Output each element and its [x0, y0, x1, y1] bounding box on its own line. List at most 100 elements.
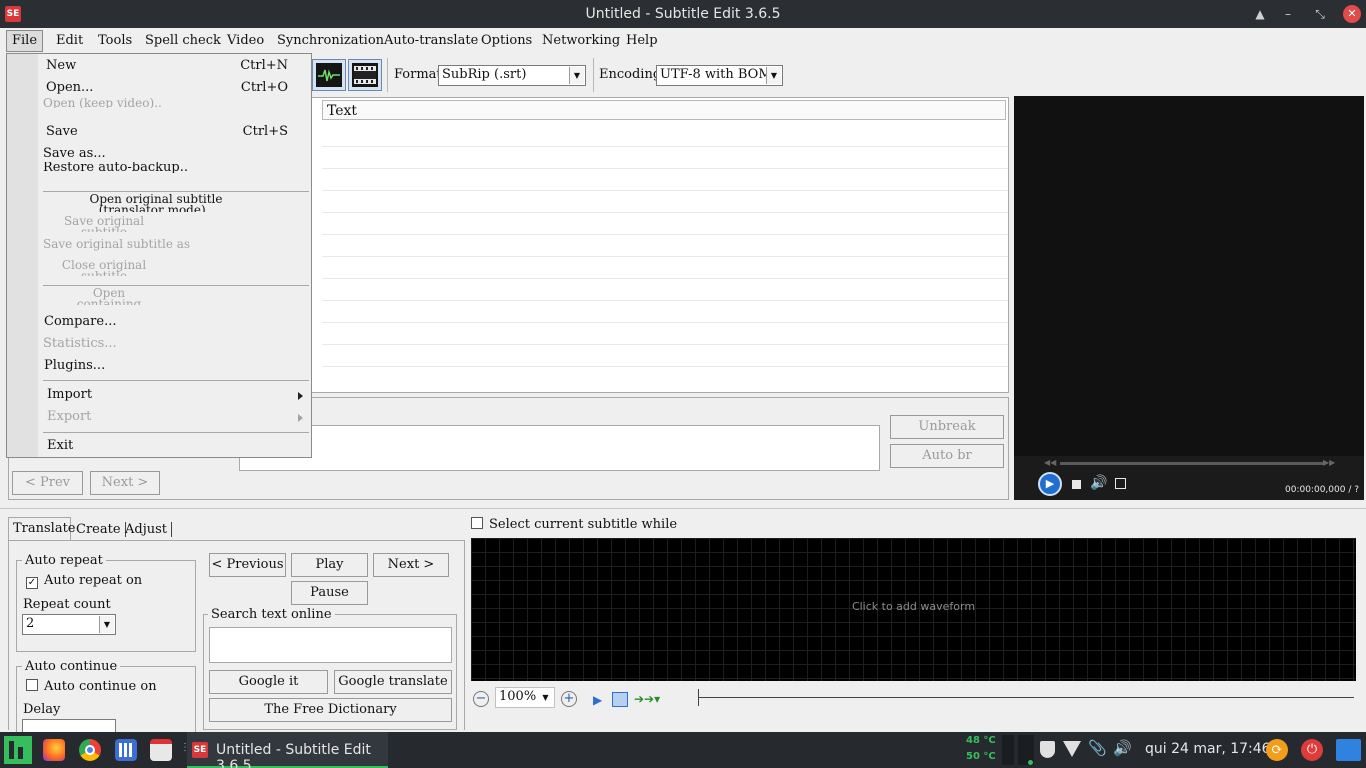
auto-continue-checkbox[interactable]: Auto continue on [26, 679, 157, 694]
play-button[interactable]: Play [291, 553, 368, 577]
video-seek-bar[interactable] [1060, 462, 1324, 465]
taskbar-active-window[interactable]: SE Untitled - Subtitle Edit 3.6.5 [187, 732, 388, 768]
menu-options[interactable]: Options [481, 33, 532, 48]
delay-select[interactable] [22, 719, 116, 732]
split-view-icon[interactable] [612, 692, 628, 707]
waveform-area[interactable]: Click to add waveform [471, 538, 1356, 681]
firefox-icon[interactable] [43, 739, 65, 761]
stop-icon[interactable] [1072, 480, 1081, 489]
next-arrows-icon[interactable]: ➔➔▾ [634, 692, 660, 706]
cpu-graph [1002, 735, 1014, 765]
menu-item-save-original-as[interactable]: Save original subtitle as [43, 237, 190, 251]
format-select[interactable]: SubRip (.srt) ▼ [438, 65, 586, 86]
chevron-down-icon: ▼ [542, 693, 549, 702]
pause-button[interactable]: Pause [291, 581, 368, 605]
position-slider[interactable] [698, 697, 1354, 698]
menu-synchronization[interactable]: Synchronization [277, 33, 384, 48]
menu-spell-check[interactable]: Spell check [145, 33, 221, 48]
minimize-icon[interactable]: – [1279, 5, 1297, 23]
auto-br-button[interactable]: Auto br [890, 444, 1004, 468]
video-player[interactable] [1014, 96, 1364, 500]
repeat-count-label: Repeat count [23, 597, 111, 612]
tab-translate[interactable]: Translate [8, 517, 76, 541]
slider-handle[interactable] [698, 689, 699, 706]
encoding-label: Encoding [599, 67, 662, 82]
menu-edit[interactable]: Edit [56, 33, 83, 48]
menu-item-compare[interactable]: Compare... [44, 314, 116, 329]
menu-item-exit[interactable]: Exit [47, 438, 73, 453]
menu-item-save-as[interactable]: Save as... [43, 146, 106, 161]
status-dot [1028, 760, 1033, 765]
menu-item-statistics[interactable]: Statistics... [43, 336, 117, 351]
menu-auto-translate[interactable]: Auto-translate [384, 33, 478, 48]
previous-button[interactable]: < Previous [209, 553, 286, 577]
search-text-input[interactable] [209, 627, 452, 663]
show-desktop-icon[interactable] [1336, 739, 1361, 761]
menu-item-save-original[interactable]: Save original subtitle [61, 216, 147, 232]
menu-help[interactable]: Help [626, 33, 658, 48]
next-button[interactable]: Next > [90, 471, 160, 495]
google-translate-button[interactable]: Google translate [334, 670, 452, 694]
menu-item-save[interactable]: Save Ctrl+S [46, 124, 308, 139]
zoom-in-icon[interactable]: + [561, 691, 577, 707]
package-manager-icon[interactable] [150, 739, 172, 761]
select-current-checkbox[interactable]: Select current subtitle while [471, 517, 677, 532]
menu-separator [43, 191, 309, 192]
menu-item-open-keep-video[interactable]: Open (keep video).. [43, 98, 162, 108]
google-it-button[interactable]: Google it [209, 670, 328, 694]
video-toggle-button[interactable] [348, 59, 382, 91]
calculator-icon[interactable] [115, 739, 137, 761]
menu-item-close-original[interactable]: Close original subtitle [61, 260, 147, 276]
menu-item-open-containing-folder[interactable]: Open containing folder [61, 288, 157, 305]
menu-item-open[interactable]: Open... Ctrl+O [46, 80, 308, 95]
play-icon[interactable]: ▶ [1038, 472, 1062, 496]
grid-header-text[interactable]: Text [322, 100, 1006, 120]
menu-tools[interactable]: Tools [98, 33, 132, 48]
menu-video[interactable]: Video [227, 33, 264, 48]
free-dictionary-button[interactable]: The Free Dictionary [209, 698, 452, 722]
menu-item-import-label: Import [47, 387, 93, 402]
menu-item-open-original[interactable]: Open original subtitle (translator mode)… [61, 194, 251, 212]
grid-line [322, 278, 1008, 279]
menu-item-new[interactable]: New Ctrl+N [46, 58, 308, 73]
next-subtitle-button[interactable]: Next > [373, 553, 449, 577]
menu-item-restore-backup[interactable]: Restore auto-backup.. [43, 162, 188, 173]
menu-file[interactable]: File [6, 30, 43, 52]
update-icon[interactable]: ⟳ [1266, 739, 1288, 761]
menu-networking[interactable]: Networking [542, 33, 620, 48]
tab-create[interactable]: Create [76, 522, 126, 537]
restore-icon[interactable]: ⤡ [1311, 5, 1329, 23]
manjaro-menu-icon[interactable] [4, 736, 32, 764]
shield-icon[interactable] [1040, 741, 1055, 758]
wifi-icon[interactable] [1063, 741, 1081, 757]
volume-icon[interactable]: 🔊 [1090, 475, 1107, 491]
volume-icon[interactable]: 🔊 [1113, 739, 1132, 757]
unbreak-button[interactable]: Unbreak [890, 415, 1004, 439]
clock[interactable]: qui 24 mar, 17:46 [1145, 741, 1271, 757]
click-to-add-waveform[interactable]: Click to add waveform [471, 600, 1356, 613]
shade-icon[interactable]: ▲ [1251, 5, 1269, 23]
grid-line [322, 256, 1008, 257]
power-icon[interactable]: ⏻ [1301, 739, 1323, 761]
grid-line [322, 212, 1008, 213]
zoom-select[interactable]: 100% ▼ [495, 687, 555, 708]
fullscreen-icon[interactable] [1115, 478, 1126, 489]
auto-repeat-checkbox[interactable]: ✓ Auto repeat on [26, 573, 142, 589]
clipboard-icon[interactable]: 📎 [1088, 739, 1107, 757]
close-window-button[interactable]: ✕ [1343, 5, 1361, 23]
fast-forward-icon[interactable]: ▶▶ [1323, 458, 1335, 467]
play-selection-icon[interactable]: ▶ [593, 693, 602, 707]
tab-adjust[interactable]: Adjust [125, 522, 173, 537]
rewind-icon[interactable]: ◀◀ [1044, 458, 1056, 467]
chevron-down-icon: ▼ [766, 67, 781, 84]
menu-item-export[interactable]: Export [47, 409, 91, 424]
menu-item-plugins[interactable]: Plugins... [44, 358, 105, 373]
encoding-select[interactable]: UTF-8 with BOM ▼ [656, 65, 783, 86]
chrome-icon[interactable] [79, 739, 101, 761]
repeat-count-select[interactable]: 2 ▼ [22, 614, 116, 635]
zoom-out-icon[interactable]: − [473, 691, 489, 707]
waveform-toggle-button[interactable] [312, 59, 346, 91]
subtitle-text-box[interactable] [239, 425, 880, 471]
prev-button[interactable]: < Prev [12, 471, 83, 495]
menu-item-import[interactable]: Import [47, 387, 309, 402]
